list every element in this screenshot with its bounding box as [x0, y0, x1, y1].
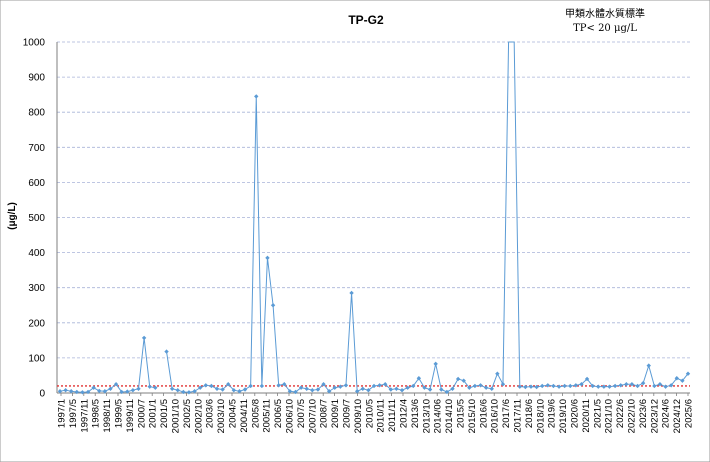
x-tick-label: 1997/5	[68, 399, 79, 428]
standard-note-line-1: 甲類水體水質標準	[565, 7, 645, 20]
x-tick-label: 2015/10	[467, 399, 478, 433]
x-tick-label: 2020/6	[570, 399, 581, 428]
x-tick-label: 2010/5	[364, 399, 375, 428]
x-tick-label: 1999/11	[125, 399, 136, 433]
x-tick-label: 2013/10	[421, 399, 432, 433]
x-tick-label: 2003/10	[216, 399, 227, 433]
x-tick-label: 2015/5	[456, 399, 467, 428]
x-tick-label: 2006/10	[285, 399, 296, 433]
x-tick-label: 2024/12	[672, 399, 683, 433]
x-tick-label: 2001/1	[148, 399, 159, 428]
x-tick-label: 2019/10	[558, 399, 569, 433]
y-tick-label: 0	[39, 389, 45, 400]
x-tick-label: 2014/10	[444, 399, 455, 433]
x-tick-label: 2022/6	[615, 399, 626, 428]
y-tick-label: 200	[28, 318, 45, 329]
x-tick-label: 2002/5	[182, 399, 193, 428]
x-tick-label: 2014/06	[433, 399, 444, 433]
x-tick-label: 2019/6	[547, 399, 558, 428]
x-tick-label: 2001/5	[159, 399, 170, 428]
x-tick-label: 2007/5	[296, 399, 307, 428]
x-tick-label: 2023/12	[649, 399, 660, 433]
x-tick-label: 2009/1	[330, 399, 341, 428]
x-tick-label: 2001/10	[171, 399, 182, 433]
x-tick-label: 2024/6	[661, 399, 672, 428]
x-tick-label: 2017/6	[501, 399, 512, 428]
x-tick-label: 2018/6	[524, 399, 535, 428]
x-tick-label: 2018/10	[535, 399, 546, 433]
y-tick-label: 800	[28, 108, 45, 119]
y-tick-label: 900	[28, 73, 45, 84]
y-tick-label: 300	[28, 283, 45, 294]
x-tick-label: 1998/5	[91, 399, 102, 428]
x-tick-label: 2009/10	[353, 399, 364, 433]
x-tick-label: 2012/4	[399, 399, 410, 428]
x-tick-label: 2009/7	[342, 399, 353, 428]
x-tick-label: 2022/10	[627, 399, 638, 433]
x-tick-label: 2004/11	[239, 399, 250, 433]
y-tick-label: 700	[28, 143, 45, 154]
x-tick-label: 1998/11	[102, 399, 113, 433]
x-tick-label: 2011/11	[387, 399, 398, 432]
y-tick-label: 100	[28, 353, 45, 364]
x-tick-label: 2023/6	[638, 399, 649, 428]
x-tick-label: 2000/7	[136, 399, 147, 428]
x-tick-label: 2007/10	[307, 399, 318, 433]
x-tick-label: 2016/10	[490, 399, 501, 433]
x-tick-label: 2003/6	[205, 399, 216, 428]
chart: 01002003004005006007008009001000 1997/1 1…	[0, 0, 710, 462]
x-tick-label: 2017/11	[513, 399, 524, 433]
y-tick-label: 500	[28, 213, 45, 224]
y-axis-label: (μg/L)	[7, 202, 18, 230]
x-tick-label: 2021/5	[592, 399, 603, 428]
x-tick-label: 1999/5	[114, 399, 125, 428]
x-tick-label: 2005/11	[262, 399, 273, 433]
x-tick-label: 2002/10	[193, 399, 204, 433]
x-tick-label: 2013/6	[410, 399, 421, 428]
x-tick-label: 2016/6	[478, 399, 489, 428]
x-tick-label: 2010/11	[376, 399, 387, 433]
chart-title: TP-G2	[348, 13, 384, 27]
y-tick-label: 600	[28, 178, 45, 189]
x-tick-label: 1997/11	[79, 399, 90, 433]
x-tick-label: 2021/10	[604, 399, 615, 433]
standard-note-line-2: TP< 20 μg/L	[573, 23, 637, 34]
x-tick-label: 2008/7	[319, 399, 330, 428]
y-tick-label: 400	[28, 248, 45, 259]
y-tick-label: 1000	[23, 38, 46, 49]
x-tick-labels: 1997/1 1997/5 1997/11 1998/5 1998/11 1999/5 19…	[57, 399, 695, 433]
x-tick-label: 2020/11	[581, 399, 592, 433]
x-tick-label: 2004/5	[228, 399, 239, 428]
x-tick-label: 2005/8	[250, 399, 261, 428]
x-tick-label: 1997/1	[57, 399, 68, 428]
x-tick-label: 2006/5	[273, 399, 284, 428]
x-tick-label: 2025/6	[684, 399, 695, 428]
